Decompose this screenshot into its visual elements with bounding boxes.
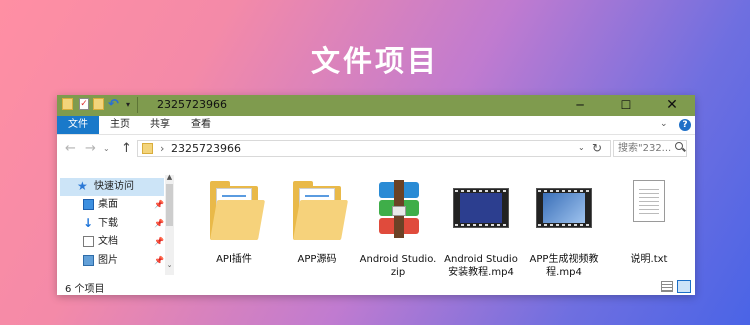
sidebar-item-desktop[interactable]: 桌面 📌 <box>60 196 164 214</box>
file-name: APP生成视频教程.mp4 <box>529 254 599 278</box>
up-button[interactable]: ↑ <box>121 141 132 156</box>
file-item-readme-txt[interactable]: 说明.txt <box>610 173 688 277</box>
sidebar-scrollbar[interactable]: ▲ ⌄ <box>165 173 174 275</box>
sidebar-item-documents[interactable]: 文档 📌 <box>60 233 164 251</box>
sidebar-item-quick-access[interactable]: ★ 快速访问 <box>60 178 164 196</box>
scroll-up-icon[interactable]: ▲ <box>165 173 174 181</box>
close-button[interactable]: ✕ <box>649 95 695 116</box>
new-folder-icon[interactable] <box>93 98 104 110</box>
winrar-archive-icon <box>370 176 426 242</box>
sidebar-item-pictures[interactable]: 图片 📌 <box>60 252 164 270</box>
navigation-bar: ← → ⌄ ↑ › 2325723966 ⌄ ↻ 搜索"232... <box>57 135 695 163</box>
desktop-icon <box>83 199 94 210</box>
tab-share[interactable]: 共享 <box>147 116 173 134</box>
refresh-icon[interactable]: ↻ <box>592 141 602 155</box>
sidebar-item-label: 文档 <box>98 236 118 247</box>
help-button[interactable]: ? <box>679 119 691 131</box>
back-button[interactable]: ← <box>65 141 76 156</box>
document-icon <box>83 236 94 247</box>
file-name: Android Studio.zip <box>359 254 437 278</box>
file-name: API插件 <box>216 254 252 265</box>
sidebar-item-label: 图片 <box>98 255 118 266</box>
maximize-button[interactable]: ☐ <box>603 95 649 116</box>
expand-ribbon-icon[interactable]: ⌄ <box>660 119 668 129</box>
title-bar: ✓ ↶ ▾ 2325723966 ─ ☐ ✕ <box>57 95 695 116</box>
scrollbar-thumb[interactable] <box>166 184 173 226</box>
status-bar: 6 个项目 <box>57 279 695 295</box>
navigation-pane: ★ 快速访问 桌面 📌 ↓ 下载 📌 文档 📌 图片 📌 <box>57 175 177 275</box>
toolbar-divider <box>137 97 138 113</box>
pin-icon[interactable]: 📌 <box>154 196 164 214</box>
pictures-icon <box>83 255 94 266</box>
tab-view[interactable]: 查看 <box>188 116 214 134</box>
window-title: 2325723966 <box>157 98 227 111</box>
tab-home[interactable]: 主页 <box>107 116 133 134</box>
address-dropdown-icon[interactable]: ⌄ <box>578 143 585 152</box>
scroll-down-icon[interactable]: ⌄ <box>165 261 174 269</box>
file-name: 说明.txt <box>630 254 668 265</box>
file-explorer-window: ✓ ↶ ▾ 2325723966 ─ ☐ ✕ 文件 主页 共享 查看 ⌄ ? ←… <box>57 95 695 295</box>
folder-icon <box>206 176 266 242</box>
video-file-icon <box>453 176 509 242</box>
properties-icon[interactable]: ✓ <box>79 98 89 110</box>
undo-icon[interactable]: ↶ <box>108 98 119 112</box>
sidebar-item-downloads[interactable]: ↓ 下载 📌 <box>60 215 164 233</box>
video-file-icon <box>536 176 592 242</box>
star-icon: ★ <box>77 179 88 193</box>
file-name: APP源码 <box>297 254 337 265</box>
large-icons-view-icon[interactable] <box>677 280 691 293</box>
download-icon: ↓ <box>83 216 94 230</box>
folder-icon <box>289 176 349 242</box>
sidebar-item-label: 下载 <box>98 218 118 229</box>
file-item-android-studio-tutorial[interactable]: Android Studio安装教程.mp4 <box>442 173 520 278</box>
address-path[interactable]: 2325723966 <box>171 141 241 156</box>
pin-icon[interactable]: 📌 <box>154 233 164 251</box>
sidebar-item-label: 桌面 <box>98 199 118 210</box>
file-item-app-video-tutorial[interactable]: APP生成视频教程.mp4 <box>525 173 603 278</box>
file-item-api-plugin[interactable]: API插件 <box>195 173 273 277</box>
ribbon-tabs: 文件 主页 共享 查看 ⌄ ? <box>57 116 695 135</box>
file-list: API插件 APP源码 Android Studio.zip Android S… <box>177 165 695 279</box>
pin-icon[interactable]: 📌 <box>154 215 164 233</box>
search-icon[interactable] <box>675 142 683 150</box>
text-file-icon <box>621 176 677 242</box>
page-title: 文件项目 <box>310 44 439 78</box>
folder-icon <box>142 143 153 154</box>
search-placeholder: 搜索"232... <box>618 143 672 154</box>
file-name: Android Studio安装教程.mp4 <box>444 254 518 278</box>
recent-locations-icon[interactable]: ⌄ <box>103 144 110 153</box>
forward-button[interactable]: → <box>85 141 96 156</box>
details-view-icon[interactable] <box>661 281 673 292</box>
chevron-right-icon[interactable]: › <box>160 141 164 156</box>
sidebar-item-label: 快速访问 <box>94 181 134 192</box>
search-input[interactable]: 搜索"232... <box>613 140 687 157</box>
file-item-android-studio-zip[interactable]: Android Studio.zip <box>359 173 437 278</box>
item-count: 6 个项目 <box>65 284 105 295</box>
tab-file[interactable]: 文件 <box>57 116 99 134</box>
pin-icon[interactable]: 📌 <box>154 252 164 270</box>
customize-toolbar-icon[interactable]: ▾ <box>126 98 130 112</box>
address-bar[interactable]: › 2325723966 <box>137 140 611 157</box>
folder-icon <box>62 98 73 110</box>
file-item-app-source[interactable]: APP源码 <box>278 173 356 277</box>
minimize-button[interactable]: ─ <box>557 95 603 116</box>
